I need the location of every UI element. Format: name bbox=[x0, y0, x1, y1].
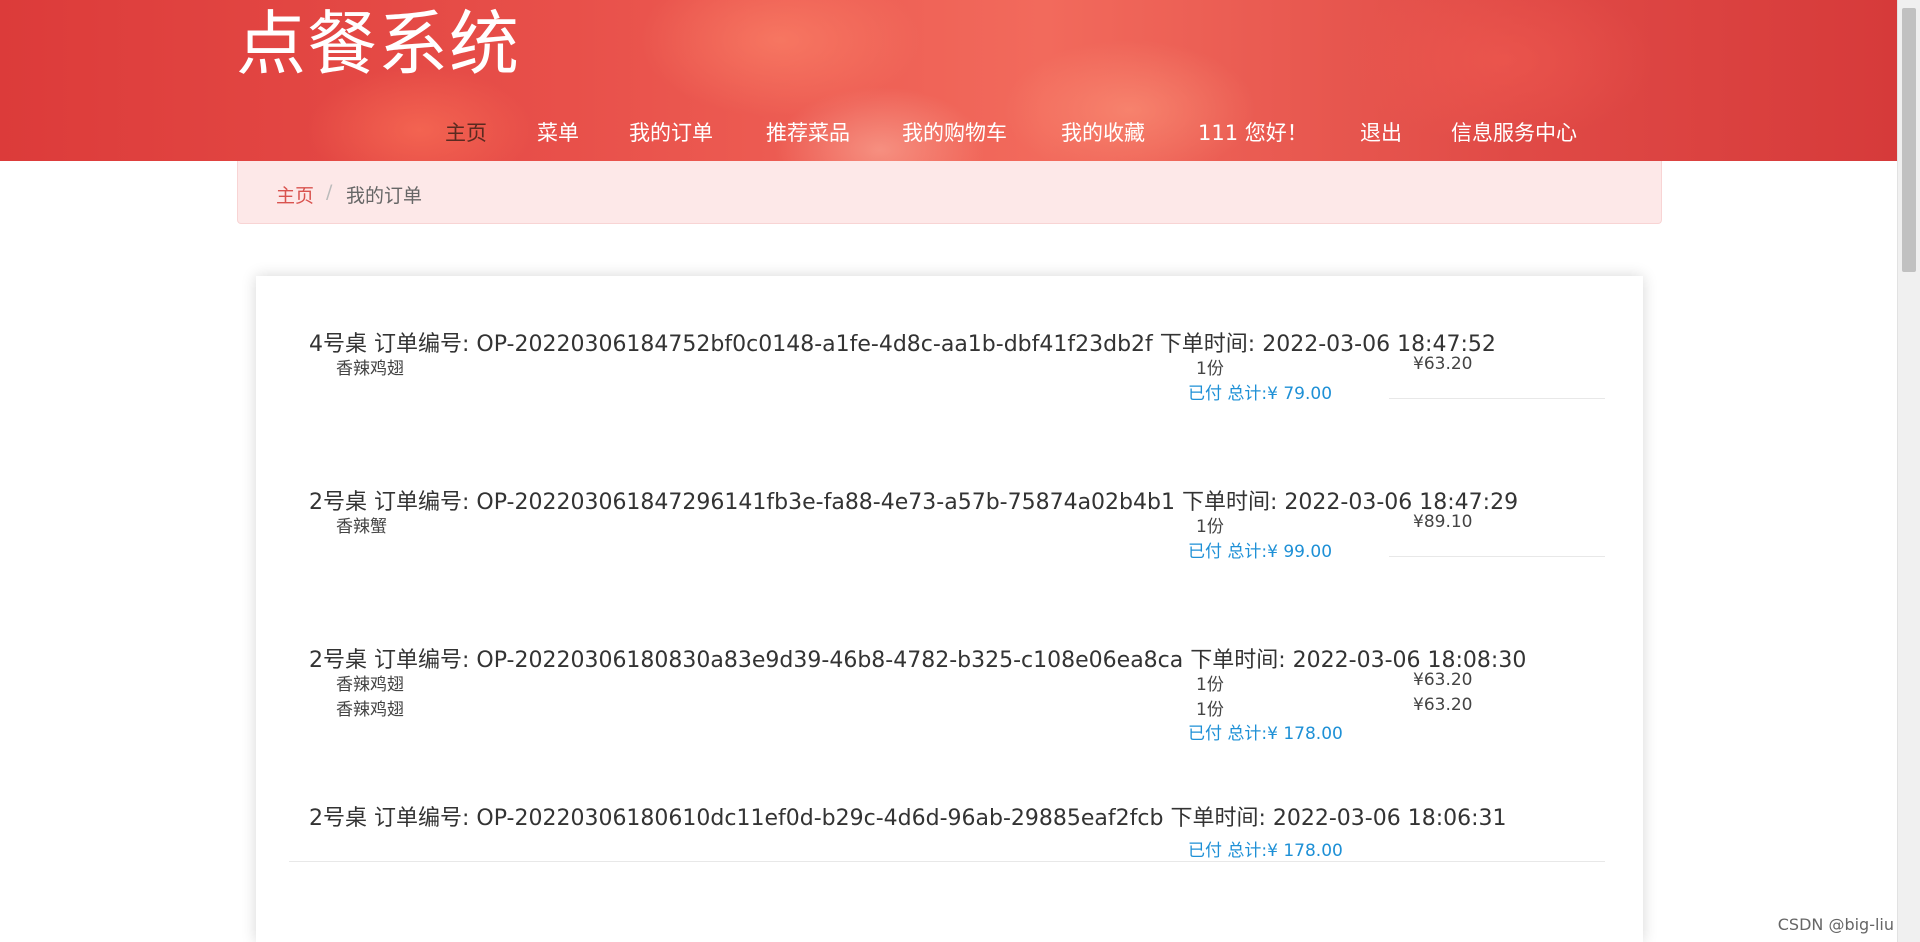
order-time: 2022-03-06 18:08:30 bbox=[1292, 648, 1527, 673]
nav-user-greeting[interactable]: 111 您好！ bbox=[1198, 117, 1308, 147]
nav-menu[interactable]: 菜单 bbox=[537, 117, 579, 147]
order-no: OP-202203061847296141fb3e-fa88-4e73-a57b… bbox=[476, 490, 1175, 515]
page-scrollbar[interactable] bbox=[1897, 0, 1920, 942]
order-item-qty: 1份 bbox=[1196, 359, 1224, 379]
breadcrumb-home-link[interactable]: 主页 bbox=[276, 181, 314, 208]
order-table: 2号桌 bbox=[309, 806, 367, 831]
nav-home[interactable]: 主页 bbox=[445, 117, 487, 147]
order-summary: 已付 总计:¥ 178.00 bbox=[1188, 724, 1343, 744]
nav-recommended[interactable]: 推荐菜品 bbox=[766, 117, 850, 147]
nav-info-center[interactable]: 信息服务中心 bbox=[1451, 117, 1577, 147]
order-header: 2号桌 订单编号: OP-20220306180610dc11ef0d-b29c… bbox=[309, 800, 1507, 832]
order-item-price: ¥63.20 bbox=[1413, 670, 1473, 690]
orders-panel: 4号桌 订单编号: OP-20220306184752bf0c0148-a1fe… bbox=[256, 276, 1643, 942]
nav-cart[interactable]: 我的购物车 bbox=[902, 117, 1007, 147]
site-title: 点餐系统 bbox=[236, 3, 520, 85]
watermark: CSDN @big-liu bbox=[1777, 915, 1894, 934]
order-time: 2022-03-06 18:47:29 bbox=[1284, 490, 1519, 515]
order-divider bbox=[289, 861, 1605, 862]
order-time-label: 下单时间: bbox=[1170, 806, 1266, 831]
order-item-qty: 1份 bbox=[1196, 700, 1224, 720]
order-no: OP-20220306180610dc11ef0d-b29c-4d6d-96ab… bbox=[476, 806, 1164, 831]
order-no-label: 订单编号: bbox=[374, 490, 470, 515]
order-summary: 已付 总计:¥ 79.00 bbox=[1188, 384, 1333, 404]
order-item-name: 香辣鸡翅 bbox=[336, 700, 404, 720]
order-item-name: 香辣鸡翅 bbox=[336, 359, 404, 379]
order-header: 2号桌 订单编号: OP-20220306180830a83e9d39-46b8… bbox=[309, 642, 1526, 674]
order-no: OP-20220306184752bf0c0148-a1fe-4d8c-aa1b… bbox=[476, 332, 1153, 357]
order-item-qty: 1份 bbox=[1196, 675, 1224, 695]
order-summary: 已付 总计:¥ 99.00 bbox=[1188, 542, 1333, 562]
order-item-price: ¥89.10 bbox=[1413, 512, 1473, 532]
order-item-price: ¥63.20 bbox=[1413, 695, 1473, 715]
breadcrumb-separator: / bbox=[326, 181, 333, 203]
nav-logout[interactable]: 退出 bbox=[1360, 117, 1402, 147]
breadcrumb: 主页 / 我的订单 bbox=[237, 161, 1662, 224]
order-no: OP-20220306180830a83e9d39-46b8-4782-b325… bbox=[476, 648, 1184, 673]
header-banner: 点餐系统 主页 菜单 我的订单 推荐菜品 我的购物车 我的收藏 111 您好！ … bbox=[0, 0, 1898, 161]
scrollbar-thumb[interactable] bbox=[1902, 8, 1916, 272]
order-item-name: 香辣蟹 bbox=[336, 517, 387, 537]
order-divider bbox=[1389, 398, 1605, 399]
order-item-name: 香辣鸡翅 bbox=[336, 675, 404, 695]
order-header: 4号桌 订单编号: OP-20220306184752bf0c0148-a1fe… bbox=[309, 326, 1496, 358]
order-header: 2号桌 订单编号: OP-202203061847296141fb3e-fa88… bbox=[309, 484, 1518, 516]
order-no-label: 订单编号: bbox=[374, 806, 470, 831]
order-summary: 已付 总计:¥ 178.00 bbox=[1188, 841, 1343, 861]
nav-my-orders[interactable]: 我的订单 bbox=[629, 117, 713, 147]
nav-favorites[interactable]: 我的收藏 bbox=[1061, 117, 1145, 147]
breadcrumb-current: 我的订单 bbox=[346, 185, 423, 207]
order-item-price: ¥63.20 bbox=[1413, 354, 1473, 374]
order-item-qty: 1份 bbox=[1196, 517, 1224, 537]
order-divider bbox=[1389, 556, 1605, 557]
order-time: 2022-03-06 18:06:31 bbox=[1272, 806, 1507, 831]
